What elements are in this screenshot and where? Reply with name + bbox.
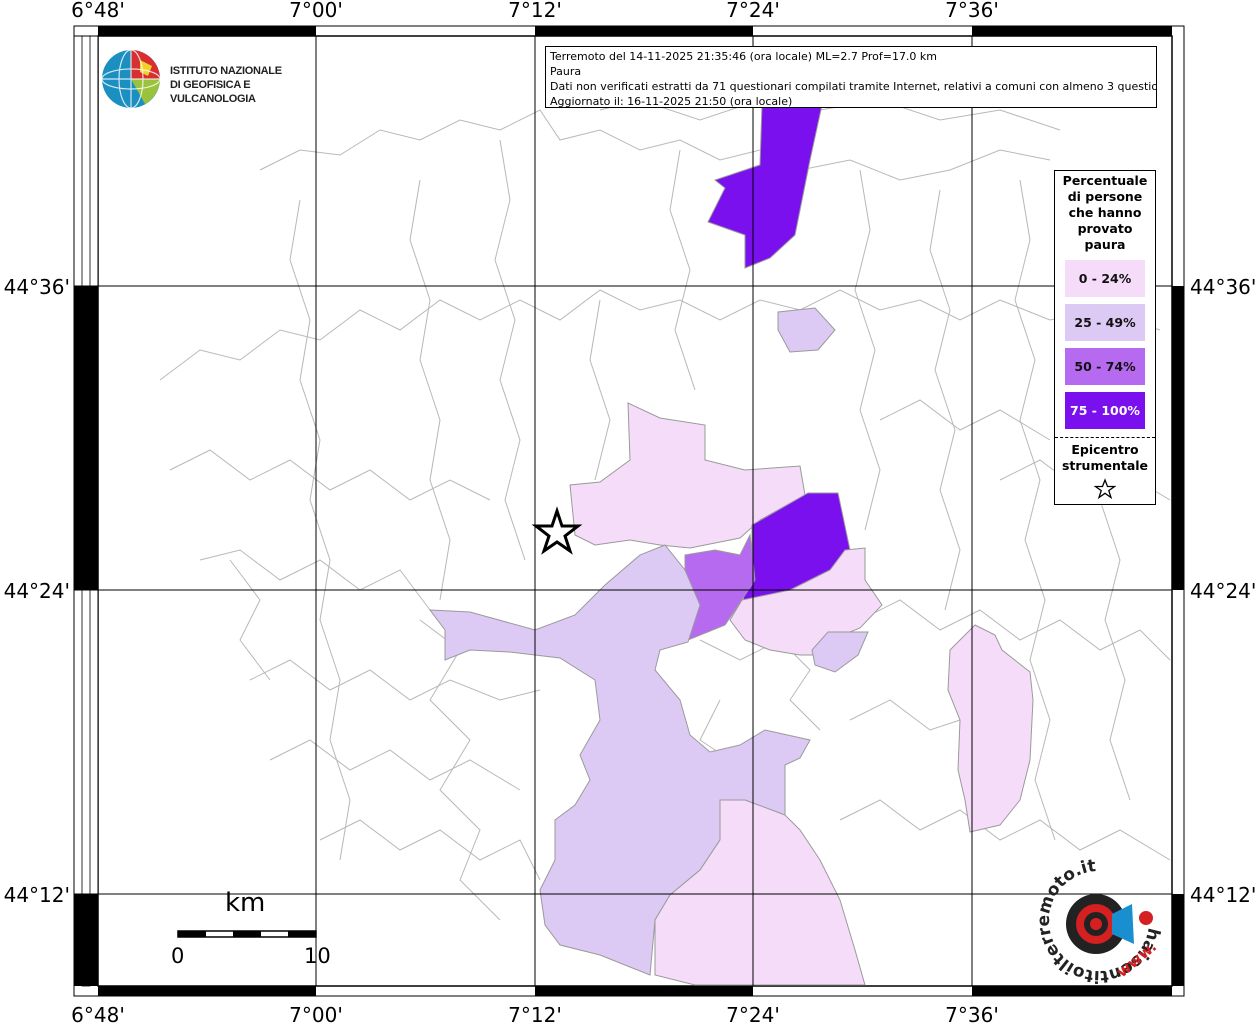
ingv-name-line: DI GEOFISICA E VULCANOLOGIA <box>170 79 256 105</box>
ingv-logo: ISTITUTO NAZIONALE DI GEOFISICA E VULCAN… <box>100 48 320 110</box>
legend-epicenter-line: strumentale <box>1061 458 1149 473</box>
legend-title-line: provato <box>1077 221 1133 236</box>
lon-tick-label: 7°24' <box>726 1003 780 1024</box>
legend-star-icon <box>1055 478 1155 502</box>
lat-left-labels: 44°36' 44°24' 44°12' <box>4 275 70 907</box>
ingv-name: ISTITUTO NAZIONALE DI GEOFISICA E VULCAN… <box>170 64 320 106</box>
lon-tick-label: 6°48' <box>71 0 125 22</box>
legend-title-line: paura <box>1084 237 1126 252</box>
lon-tick-label: 7°12' <box>508 1003 562 1024</box>
event-info-box: Terremoto del 14-11-2025 21:35:46 (ora l… <box>545 46 1157 108</box>
legend-title-line: di persone <box>1067 189 1143 204</box>
legend-epicenter-line: Epicentro <box>1071 442 1139 457</box>
lon-tick-label: 7°00' <box>289 1003 343 1024</box>
lon-tick-label: 7°00' <box>289 0 343 22</box>
ingv-name-line: ISTITUTO NAZIONALE <box>170 65 282 77</box>
lon-tick-label: 7°36' <box>945 1003 999 1024</box>
lon-tick-label: 6°48' <box>71 1003 125 1024</box>
legend-divider <box>1055 437 1155 438</box>
scale-start: 0 <box>171 944 185 968</box>
lat-tick-label: 44°24' <box>1190 579 1256 603</box>
scale-bar <box>177 930 317 938</box>
lat-tick-label: 44°12' <box>1190 883 1256 907</box>
lat-tick-label: 44°24' <box>4 579 70 603</box>
legend-title-line: che hanno <box>1068 205 1142 220</box>
lon-tick-label: 7°24' <box>726 0 780 22</box>
brand-prefix: www. <box>1113 938 1160 982</box>
lon-tick-label: 7°12' <box>508 0 562 22</box>
legend-title: Percentuale di persone che hanno provato… <box>1055 173 1155 253</box>
scale-end: 10 <box>304 944 331 968</box>
lon-bottom-labels: 6°48' 7°00' 7°12' 7°24' 7°36' <box>71 1003 999 1024</box>
legend-class-0-24: 0 - 24% <box>1065 260 1145 297</box>
event-title: Terremoto del 14-11-2025 21:35:46 (ora l… <box>550 50 938 63</box>
legend-title-line: Percentuale <box>1062 173 1148 188</box>
lat-tick-label: 44°36' <box>1190 275 1256 299</box>
lon-tick-label: 7°36' <box>945 0 999 22</box>
map-subject: Paura <box>550 65 582 78</box>
lon-top-labels: 6°48' 7°00' 7°12' 7°24' 7°36' <box>71 0 999 22</box>
legend-class-25-49: 25 - 49% <box>1065 304 1145 341</box>
lat-tick-label: 44°12' <box>4 883 70 907</box>
lat-right-labels: 44°36' 44°24' 44°12' <box>1190 275 1256 907</box>
legend: Percentuale di persone che hanno provato… <box>1054 170 1156 505</box>
lat-tick-label: 44°36' <box>4 275 70 299</box>
update-time: Aggiornato il: 16-11-2025 21:50 (ora loc… <box>550 95 793 108</box>
haisentito-logo: haisentitoilterremoto.it www. <box>1034 856 1164 986</box>
data-note: Dati non verificati estratti da 71 quest… <box>550 80 1157 93</box>
globe-icon <box>101 49 161 109</box>
legend-class-50-74: 50 - 74% <box>1065 348 1145 385</box>
legend-class-75-100: 75 - 100% <box>1065 392 1145 429</box>
scale-unit: km <box>225 888 266 918</box>
legend-epicenter-label: Epicentro strumentale <box>1055 442 1155 474</box>
